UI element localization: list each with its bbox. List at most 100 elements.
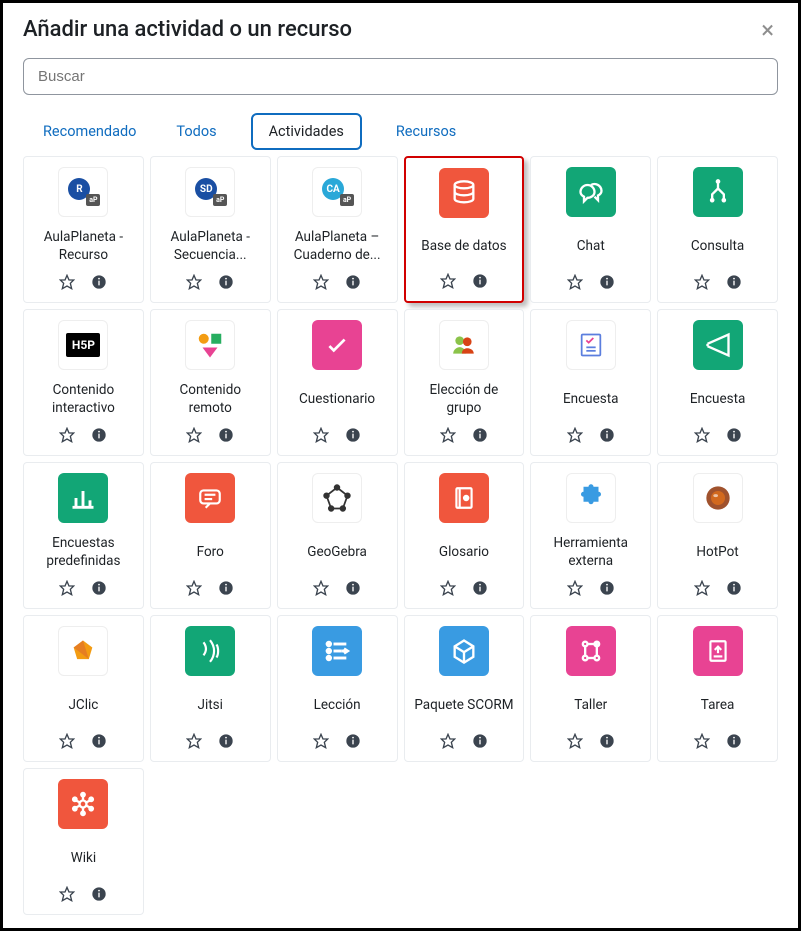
info-icon[interactable] xyxy=(599,274,615,294)
activity-card[interactable]: Encuesta xyxy=(530,309,651,456)
activity-card[interactable]: Consulta xyxy=(657,156,778,303)
info-icon[interactable] xyxy=(345,427,361,447)
activity-card[interactable]: Paquete SCORM xyxy=(404,615,525,762)
star-icon[interactable] xyxy=(567,733,583,753)
info-icon[interactable] xyxy=(91,580,107,600)
info-icon[interactable] xyxy=(472,427,488,447)
glossary-icon xyxy=(439,473,489,523)
search-input[interactable] xyxy=(23,58,778,95)
activity-card[interactable]: Lección xyxy=(277,615,398,762)
star-icon[interactable] xyxy=(694,427,710,447)
tab-recomendado[interactable]: Recomendado xyxy=(37,113,142,150)
card-actions xyxy=(694,580,742,600)
group-icon xyxy=(439,320,489,370)
activity-card[interactable]: Taller xyxy=(530,615,651,762)
card-actions xyxy=(440,733,488,753)
star-icon[interactable] xyxy=(186,427,202,447)
card-actions xyxy=(313,274,361,294)
activity-card[interactable]: JClic xyxy=(23,615,144,762)
star-icon[interactable] xyxy=(59,580,75,600)
star-icon[interactable] xyxy=(313,733,329,753)
info-icon[interactable] xyxy=(91,733,107,753)
activity-card[interactable]: Tarea xyxy=(657,615,778,762)
tab-actividades[interactable]: Actividades xyxy=(251,113,362,150)
h5p-icon: H5P xyxy=(58,320,108,370)
activity-card[interactable]: H5PContenido interactivo xyxy=(23,309,144,456)
info-icon[interactable] xyxy=(472,273,488,293)
activity-card[interactable]: Base de datos xyxy=(404,156,525,303)
activity-card[interactable]: Encuestas predefinidas xyxy=(23,462,144,609)
info-icon[interactable] xyxy=(91,427,107,447)
activity-card[interactable]: Herramienta externa xyxy=(530,462,651,609)
card-actions xyxy=(186,274,234,294)
activity-card[interactable]: Chat xyxy=(530,156,651,303)
workshop-icon xyxy=(566,626,616,676)
info-icon[interactable] xyxy=(345,274,361,294)
info-icon[interactable] xyxy=(599,733,615,753)
star-icon[interactable] xyxy=(440,733,456,753)
activity-card[interactable]: CAaPAulaPlaneta – Cuaderno de... xyxy=(277,156,398,303)
activity-card[interactable]: RaPAulaPlaneta - Recurso xyxy=(23,156,144,303)
star-icon[interactable] xyxy=(694,733,710,753)
star-icon[interactable] xyxy=(186,274,202,294)
info-icon[interactable] xyxy=(218,427,234,447)
activity-card[interactable]: Glosario xyxy=(404,462,525,609)
star-icon[interactable] xyxy=(440,427,456,447)
star-icon[interactable] xyxy=(567,427,583,447)
star-icon[interactable] xyxy=(440,580,456,600)
tab-todos[interactable]: Todos xyxy=(170,113,222,150)
geogebra-icon xyxy=(312,473,362,523)
star-icon[interactable] xyxy=(313,580,329,600)
info-icon[interactable] xyxy=(726,733,742,753)
star-icon[interactable] xyxy=(694,274,710,294)
activity-card[interactable]: HotPot xyxy=(657,462,778,609)
star-icon[interactable] xyxy=(313,274,329,294)
info-icon[interactable] xyxy=(726,274,742,294)
activity-card[interactable]: Contenido remoto xyxy=(150,309,271,456)
star-icon[interactable] xyxy=(59,274,75,294)
info-icon[interactable] xyxy=(472,733,488,753)
info-icon[interactable] xyxy=(91,886,107,906)
star-icon[interactable] xyxy=(186,580,202,600)
card-actions xyxy=(59,274,107,294)
activity-label: Encuesta xyxy=(561,378,621,421)
info-icon[interactable] xyxy=(345,580,361,600)
activity-card[interactable]: SDaPAulaPlaneta - Secuencia... xyxy=(150,156,271,303)
activity-card[interactable]: GeoGebra xyxy=(277,462,398,609)
card-actions xyxy=(59,733,107,753)
database-icon xyxy=(439,168,489,218)
star-icon[interactable] xyxy=(440,273,456,293)
activity-label: Elección de grupo xyxy=(409,378,520,421)
info-icon[interactable] xyxy=(599,427,615,447)
activity-card[interactable]: Wiki xyxy=(23,768,144,915)
info-icon[interactable] xyxy=(218,274,234,294)
activity-card[interactable]: Jitsi xyxy=(150,615,271,762)
info-icon[interactable] xyxy=(726,427,742,447)
info-icon[interactable] xyxy=(472,580,488,600)
info-icon[interactable] xyxy=(218,580,234,600)
star-icon[interactable] xyxy=(59,733,75,753)
info-icon[interactable] xyxy=(91,274,107,294)
info-icon[interactable] xyxy=(599,580,615,600)
star-icon[interactable] xyxy=(694,580,710,600)
activity-card[interactable]: Cuestionario xyxy=(277,309,398,456)
assign-icon xyxy=(693,626,743,676)
activity-card[interactable]: Encuesta xyxy=(657,309,778,456)
tab-recursos[interactable]: Recursos xyxy=(390,113,462,150)
info-icon[interactable] xyxy=(726,580,742,600)
star-icon[interactable] xyxy=(59,427,75,447)
close-icon[interactable]: × xyxy=(757,18,778,42)
star-icon[interactable] xyxy=(567,580,583,600)
activity-label: Base de datos xyxy=(419,226,508,267)
star-icon[interactable] xyxy=(59,886,75,906)
star-icon[interactable] xyxy=(313,427,329,447)
card-actions xyxy=(440,580,488,600)
card-actions xyxy=(440,427,488,447)
activity-card[interactable]: Foro xyxy=(150,462,271,609)
activity-label: Chat xyxy=(575,225,607,268)
info-icon[interactable] xyxy=(218,733,234,753)
star-icon[interactable] xyxy=(567,274,583,294)
activity-card[interactable]: Elección de grupo xyxy=(404,309,525,456)
star-icon[interactable] xyxy=(186,733,202,753)
info-icon[interactable] xyxy=(345,733,361,753)
